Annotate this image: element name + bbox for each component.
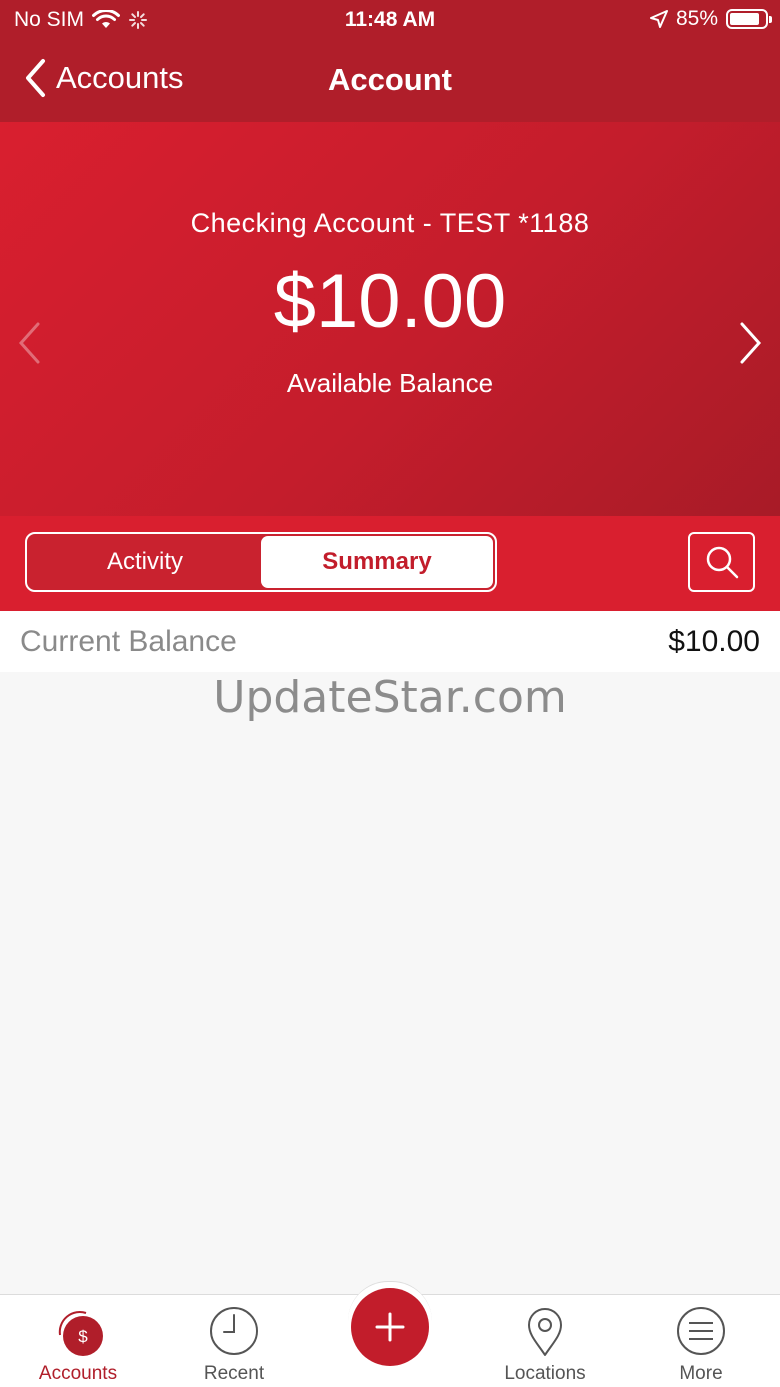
status-bar: No SIM 11:48 AM 85% <box>0 0 780 40</box>
tab-summary[interactable]: Summary <box>261 536 493 588</box>
available-balance-label: Available Balance <box>286 368 494 398</box>
menu-icon <box>677 1307 725 1355</box>
status-right: 85% <box>649 7 772 31</box>
tabbar-item-recent[interactable]: Recent <box>156 1295 312 1387</box>
current-balance-value: $10.00 <box>668 624 760 658</box>
clock-icon <box>210 1307 258 1355</box>
navigation-bar: Accounts Account <box>0 40 780 122</box>
tabbar-label-recent: Recent <box>203 1363 265 1384</box>
tabbar-item-more[interactable]: More <box>623 1295 779 1387</box>
tabbar-label-accounts: Accounts <box>38 1363 118 1384</box>
svg-text:$: $ <box>78 1327 88 1346</box>
chevron-right-icon <box>740 322 762 364</box>
search-icon <box>706 546 738 579</box>
battery-level <box>730 13 759 25</box>
next-account-button[interactable] <box>738 320 764 371</box>
tab-activity[interactable]: Activity <box>29 536 261 588</box>
available-balance-amount: $10.00 <box>273 259 507 344</box>
account-hero: Checking Account - TEST *1188 $10.00 Ava… <box>0 122 780 516</box>
tabbar-label-locations: Locations <box>504 1363 586 1384</box>
tabbar-item-accounts[interactable]: $ Accounts <box>0 1295 156 1387</box>
plus-icon <box>375 1312 405 1342</box>
current-balance-label: Current Balance <box>20 624 237 658</box>
battery-percent: 85% <box>675 7 718 30</box>
watermark: UpdateStar.com <box>213 672 567 723</box>
account-name: Checking Account - TEST *1188 <box>190 208 590 238</box>
add-action-button[interactable] <box>351 1288 429 1366</box>
page-title: Account <box>328 62 452 97</box>
tabbar-item-locations[interactable]: Locations <box>467 1295 623 1387</box>
location-pin-icon <box>528 1308 562 1356</box>
accounts-icon: $ <box>58 1311 103 1356</box>
location-arrow-icon <box>649 10 668 28</box>
battery-icon <box>726 9 772 29</box>
segmented-control: Activity Summary <box>25 532 497 592</box>
tabs-row: Activity Summary <box>0 516 780 611</box>
search-button[interactable] <box>688 532 755 592</box>
current-balance-row: Current Balance $10.00 <box>0 611 780 672</box>
tabbar-label-more: More <box>679 1363 723 1384</box>
